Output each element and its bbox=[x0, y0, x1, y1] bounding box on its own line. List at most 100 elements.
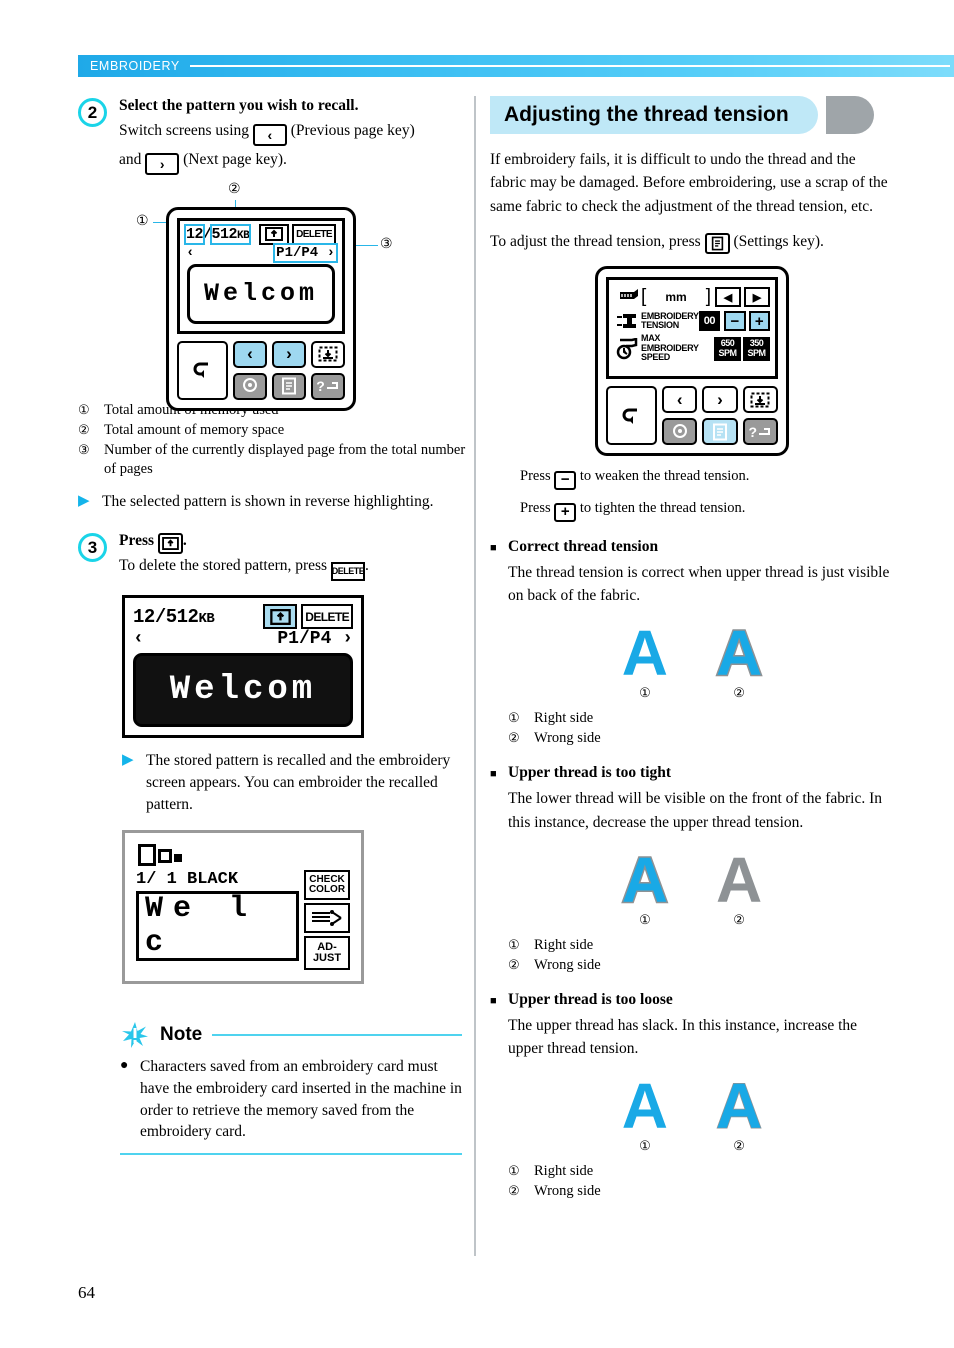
sample-letters-row: A ① A ② bbox=[490, 846, 894, 928]
section-header-label: EMBROIDERY bbox=[90, 59, 180, 73]
help-key-1[interactable]: ? bbox=[311, 372, 345, 400]
memory-save-key-settings[interactable] bbox=[742, 386, 778, 414]
settings-document-icon-inline bbox=[711, 236, 723, 251]
ruler-icon bbox=[614, 288, 641, 306]
back-key-1[interactable] bbox=[177, 340, 228, 400]
step-3-line2-prefix: To delete the stored pattern, press bbox=[119, 557, 328, 575]
back-key-settings[interactable] bbox=[606, 386, 657, 446]
callout-2-top: ② bbox=[228, 181, 241, 197]
unit-right-arrow-button[interactable]: ▶ bbox=[744, 287, 770, 308]
speed-label-line1: MAX EMBROIDERY bbox=[641, 333, 699, 353]
tension-decrease-button[interactable]: − bbox=[724, 311, 746, 332]
prev-page-key-1[interactable]: ‹ bbox=[233, 340, 267, 368]
stitch-select-key-1[interactable] bbox=[233, 372, 267, 400]
sample-letter-glyph: A bbox=[621, 1070, 668, 1143]
next-page-key-1[interactable]: › bbox=[272, 340, 306, 368]
page-indicator-text-1: P1/P4 bbox=[276, 244, 319, 261]
legend-item: ① Right side bbox=[508, 709, 894, 728]
settings-key-1[interactable] bbox=[272, 372, 306, 400]
adjust-line2: JUST bbox=[312, 952, 342, 965]
settings-key-active[interactable] bbox=[702, 418, 738, 446]
memory-recall-key-icon[interactable] bbox=[259, 223, 290, 245]
page-prev-arrow-2[interactable]: ‹ bbox=[133, 629, 144, 649]
callout-1-left: ① bbox=[136, 213, 149, 229]
previous-page-key-icon[interactable]: ‹ bbox=[252, 123, 287, 146]
sample-letter-number: ① bbox=[639, 911, 651, 927]
prev-page-key-settings[interactable]: ‹ bbox=[662, 386, 698, 414]
thread-cut-button[interactable] bbox=[304, 903, 350, 934]
page-indicator-line-1: ‹ P1/P4 › bbox=[180, 242, 342, 263]
sample-letter-item: A ① bbox=[621, 1070, 668, 1154]
page-indicator-group-2: P1/P4 › bbox=[277, 629, 353, 649]
step-3: 3 Press . To delete the stored pattern, … bbox=[78, 531, 468, 582]
result-note-2: ▶ The stored pattern is recalled and the… bbox=[122, 750, 468, 816]
sample-letter-glyph: A bbox=[715, 1070, 763, 1143]
legend-text: Right side bbox=[534, 1162, 594, 1179]
legend-item: ② Total amount of memory space bbox=[78, 421, 468, 440]
legend-num: ① bbox=[508, 936, 520, 952]
tension-increase-button[interactable]: + bbox=[748, 311, 770, 332]
delete-key-1[interactable]: DELETE bbox=[292, 223, 336, 245]
memory-card-icon-inline bbox=[162, 537, 179, 551]
legend-item: ① Right side bbox=[508, 1162, 894, 1181]
next-page-key-settings[interactable]: › bbox=[702, 386, 738, 414]
stitch-select-key-settings[interactable] bbox=[662, 418, 698, 446]
callout-3-right: ③ bbox=[380, 236, 393, 252]
sample-legend: ① Right side ② Wrong side bbox=[508, 936, 894, 975]
pattern-display-3: We l c bbox=[136, 891, 299, 962]
result-note-1: ▶ The selected pattern is shown in rever… bbox=[78, 491, 468, 513]
sample-legend: ① Right side ② Wrong side bbox=[508, 709, 894, 748]
speed-option-650[interactable]: 650 SPM bbox=[714, 336, 741, 361]
tension-section-too-tight: ■ Upper thread is too tight The lower th… bbox=[490, 764, 894, 974]
tension-value: 00 bbox=[698, 311, 721, 332]
help-key-label-settings: ? bbox=[748, 423, 758, 440]
legend-num: ② bbox=[508, 1183, 520, 1199]
step-2-line1-suffix: (Previous page key) bbox=[290, 121, 415, 139]
page-next-arrow-2[interactable]: › bbox=[342, 629, 353, 649]
memory-total-group-1: 512KB bbox=[209, 223, 252, 245]
page-next-arrow-1[interactable]: › bbox=[327, 245, 335, 261]
heading-pill-secondary bbox=[826, 96, 874, 134]
settings-row-tension: EMBROIDERY TENSION 00 − + bbox=[614, 311, 770, 332]
memory-save-key-1[interactable] bbox=[311, 340, 345, 368]
settings-row-speed: MAX EMBROIDERY SPEED 650 SPM 350 SPM bbox=[614, 334, 770, 362]
help-key-settings[interactable]: ? bbox=[742, 418, 778, 446]
lcd-key-row-settings: ‹ › ? bbox=[606, 386, 778, 446]
return-arrow-icon bbox=[193, 362, 208, 379]
speed-650-unit: SPM bbox=[718, 347, 737, 358]
settings-document-icon-active bbox=[712, 423, 727, 441]
column-divider bbox=[474, 96, 476, 1256]
memory-status-line-1: 12/512KB DELETE bbox=[180, 221, 342, 245]
page-prev-arrow-1[interactable]: ‹ bbox=[186, 245, 194, 261]
delete-key-inline[interactable]: DELETE bbox=[330, 562, 365, 582]
memory-recall-key-2[interactable] bbox=[263, 604, 298, 630]
memory-save-icon-settings bbox=[750, 392, 770, 408]
machine-icon-settings bbox=[759, 427, 771, 435]
sample-legend: ① Right side ② Wrong side bbox=[508, 1162, 894, 1201]
check-color-button[interactable]: CHECK COLOR bbox=[304, 870, 350, 901]
legend-list-1: ① Total amount of memory used ② Total am… bbox=[78, 401, 468, 480]
memory-card-icon-svg bbox=[265, 227, 284, 242]
minus-key-icon[interactable]: − bbox=[554, 471, 577, 491]
legend-text: Wrong side bbox=[534, 730, 601, 747]
speed-option-350[interactable]: 350 SPM bbox=[743, 336, 770, 361]
subsection-body: The lower thread will be visible on the … bbox=[508, 790, 883, 831]
next-page-key-icon[interactable]: › bbox=[145, 152, 180, 175]
adjust-button[interactable]: AD- JUST bbox=[304, 936, 350, 971]
memory-recall-key-inline[interactable] bbox=[157, 533, 183, 555]
note-content: ● Characters saved from an embroidery ca… bbox=[120, 1056, 462, 1143]
screen-3-side-buttons: CHECK COLOR AD- JUST bbox=[304, 870, 350, 971]
settings-document-icon bbox=[282, 377, 296, 395]
legend-num: ② bbox=[508, 730, 520, 746]
lcd-settings-screen: [ mm ] ◀ ▶ EMBROIDERY TENSION 00 − + MAX… bbox=[606, 277, 778, 380]
unit-left-arrow-button[interactable]: ◀ bbox=[715, 287, 741, 308]
legend-num: ① bbox=[78, 401, 90, 417]
plus-key-icon[interactable]: + bbox=[554, 502, 577, 522]
unit-bracket-right: ] bbox=[705, 286, 711, 308]
settings-key-inline[interactable] bbox=[704, 232, 730, 254]
memory-used-value-2: 12 bbox=[133, 605, 155, 628]
settings-row-unit: [ mm ] ◀ ▶ bbox=[614, 286, 770, 308]
legend-text: Right side bbox=[534, 710, 594, 727]
screen-3-top bbox=[136, 842, 350, 872]
delete-key-2[interactable]: DELETE bbox=[301, 604, 353, 630]
